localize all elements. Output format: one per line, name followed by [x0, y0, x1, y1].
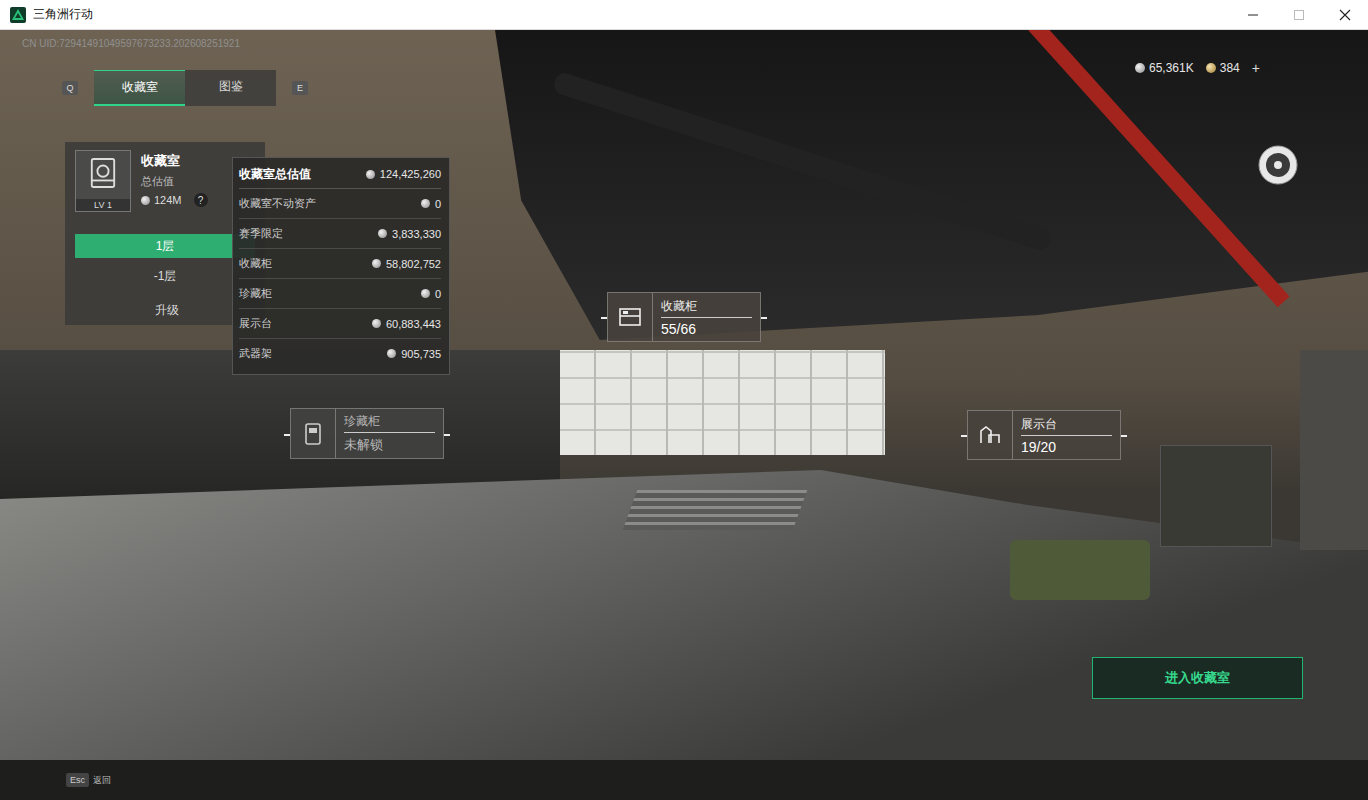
help-button[interactable]: ?	[194, 193, 208, 207]
tooltip-title: 收藏室总估值	[239, 166, 311, 183]
floor-button[interactable]: 1层	[75, 234, 255, 258]
enter-room-button[interactable]: 进入收藏室	[1092, 657, 1303, 699]
scene-marker[interactable]: 珍藏柜未解锁	[290, 408, 444, 459]
footer-bar: Esc 返回	[0, 760, 1368, 800]
tooltip-row: 珍藏柜0	[239, 279, 441, 309]
coin-icon	[1135, 63, 1145, 73]
tooltip-row: 收藏柜58,802,752	[239, 249, 441, 279]
prev-key[interactable]: Q	[62, 81, 78, 95]
scene-marker[interactable]: 展示台19/20	[967, 410, 1121, 460]
marker-value: 55/66	[661, 318, 752, 337]
display-stand-icon	[978, 423, 1002, 447]
value-tooltip: 收藏室总估值 124,425,260 收藏室不动资产0赛季限定3,833,330收藏…	[232, 157, 450, 375]
tooltip-row: 赛季限定3,833,330	[239, 219, 441, 249]
coin-icon	[366, 170, 375, 179]
upgrade-button[interactable]: 升级	[75, 296, 255, 319]
vault-icon	[301, 422, 325, 446]
coin-icon	[421, 199, 430, 208]
disc-icon[interactable]	[1258, 145, 1298, 185]
title-bar: 三角洲行动	[0, 0, 1368, 30]
coin-icon	[372, 259, 381, 268]
close-icon[interactable]	[1322, 0, 1368, 30]
game-view: CN UID:72941491049597673233.202608251921…	[0, 30, 1368, 800]
currency: 65,361K	[1135, 61, 1194, 75]
tooltip-total: 124,425,260	[380, 168, 441, 180]
tab-bar: Q 收藏室图鉴 E	[62, 70, 308, 106]
coin-icon	[421, 289, 430, 298]
minimize-icon[interactable]	[1230, 0, 1276, 30]
room-title: 收藏室	[141, 152, 208, 170]
tooltip-row: 展示台60,883,443	[239, 309, 441, 339]
currency-bar: 65,361K 384 +	[1135, 60, 1260, 76]
tooltip-row: 武器架905,735	[239, 339, 441, 368]
marker-label: 珍藏柜	[344, 413, 435, 433]
marker-label: 收藏柜	[661, 298, 752, 318]
room-value: 124M	[154, 194, 182, 206]
trophy-case-icon	[89, 157, 117, 189]
scene-crate	[1160, 445, 1272, 547]
maximize-icon[interactable]	[1276, 0, 1322, 30]
room-level: LV 1	[76, 199, 130, 211]
coin-icon	[372, 319, 381, 328]
marker-value: 19/20	[1021, 436, 1112, 455]
coin-icon	[387, 349, 396, 358]
esc-key[interactable]: Esc	[66, 773, 89, 787]
tooltip-row: 收藏室不动资产0	[239, 189, 441, 219]
window-title: 三角洲行动	[33, 6, 93, 23]
tab[interactable]: 图鉴	[185, 70, 276, 106]
coin-icon	[141, 196, 150, 205]
marker-label: 展示台	[1021, 416, 1112, 436]
scene-table	[1010, 540, 1150, 600]
gem-icon	[1206, 63, 1216, 73]
scene-marker[interactable]: 收藏柜55/66	[607, 292, 761, 342]
floor-button[interactable]: -1层	[75, 264, 255, 288]
room-badge: LV 1	[75, 150, 131, 212]
back-label[interactable]: 返回	[93, 774, 111, 787]
scene-stairs	[623, 490, 808, 530]
currency: 384	[1206, 61, 1240, 75]
cabinet-icon	[618, 305, 642, 329]
marker-value: 未解锁	[344, 433, 435, 454]
add-button[interactable]: +	[1252, 60, 1260, 76]
tab[interactable]: 收藏室	[94, 70, 185, 106]
game-window: 三角洲行动 CN UID:72941491049597673233.2026082…	[0, 0, 1368, 800]
room-subtitle: 总估值	[141, 174, 208, 189]
coin-icon	[378, 229, 387, 238]
next-key[interactable]: E	[292, 81, 308, 95]
scene-right-wall	[1300, 350, 1368, 550]
uid-label: CN UID:72941491049597673233.202608251921	[22, 38, 240, 49]
delta-logo-icon	[10, 7, 26, 23]
scene-exhibit-wall	[560, 350, 885, 455]
